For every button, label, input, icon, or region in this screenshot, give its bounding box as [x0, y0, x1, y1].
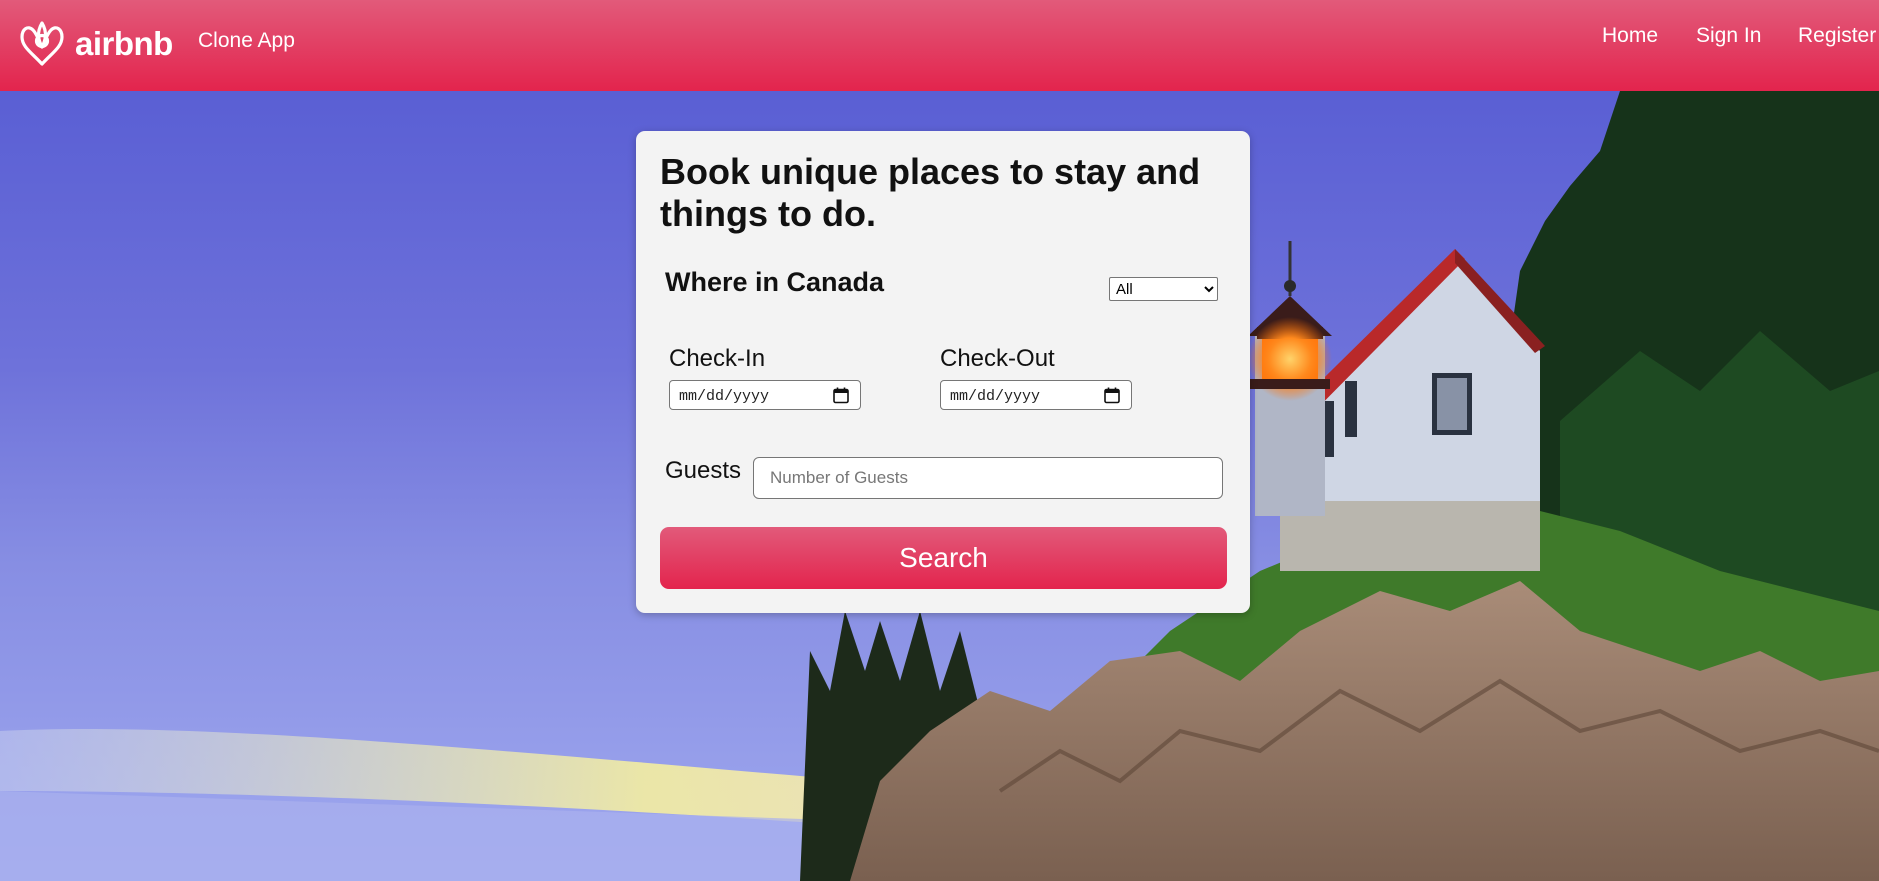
- nav-link-home[interactable]: Home: [1602, 24, 1658, 48]
- calendar-icon[interactable]: [1104, 387, 1120, 404]
- navbar: airbnb Clone App Home Sign In Register: [0, 0, 1879, 91]
- brand-logo[interactable]: airbnb: [17, 17, 173, 69]
- checkout-date-input[interactable]: mm/dd/yyyy: [940, 380, 1132, 410]
- checkout-label: Check-Out: [940, 345, 1055, 372]
- app-name: Clone App: [198, 29, 295, 52]
- where-label: Where in Canada: [665, 267, 885, 297]
- calendar-icon[interactable]: [833, 387, 849, 404]
- checkin-label: Check-In: [669, 345, 766, 372]
- nav-link-register[interactable]: Register: [1798, 24, 1876, 48]
- checkin-date-placeholder: mm/dd/yyyy: [679, 388, 770, 405]
- checkin-date-input[interactable]: mm/dd/yyyy: [669, 380, 861, 410]
- checkout-date-placeholder: mm/dd/yyyy: [950, 388, 1041, 405]
- brand-wordmark: airbnb: [75, 24, 173, 62]
- search-button[interactable]: Search: [660, 527, 1227, 589]
- guests-label: Guests: [665, 457, 742, 484]
- nav-link-sign-in[interactable]: Sign In: [1696, 24, 1761, 48]
- region-select[interactable]: All: [1109, 277, 1218, 301]
- airbnb-logo-icon: [20, 21, 64, 66]
- page-headline: Book unique places to stay and things to…: [660, 151, 1201, 234]
- search-card: Book unique places to stay and things to…: [636, 131, 1250, 613]
- guests-input[interactable]: [753, 457, 1223, 499]
